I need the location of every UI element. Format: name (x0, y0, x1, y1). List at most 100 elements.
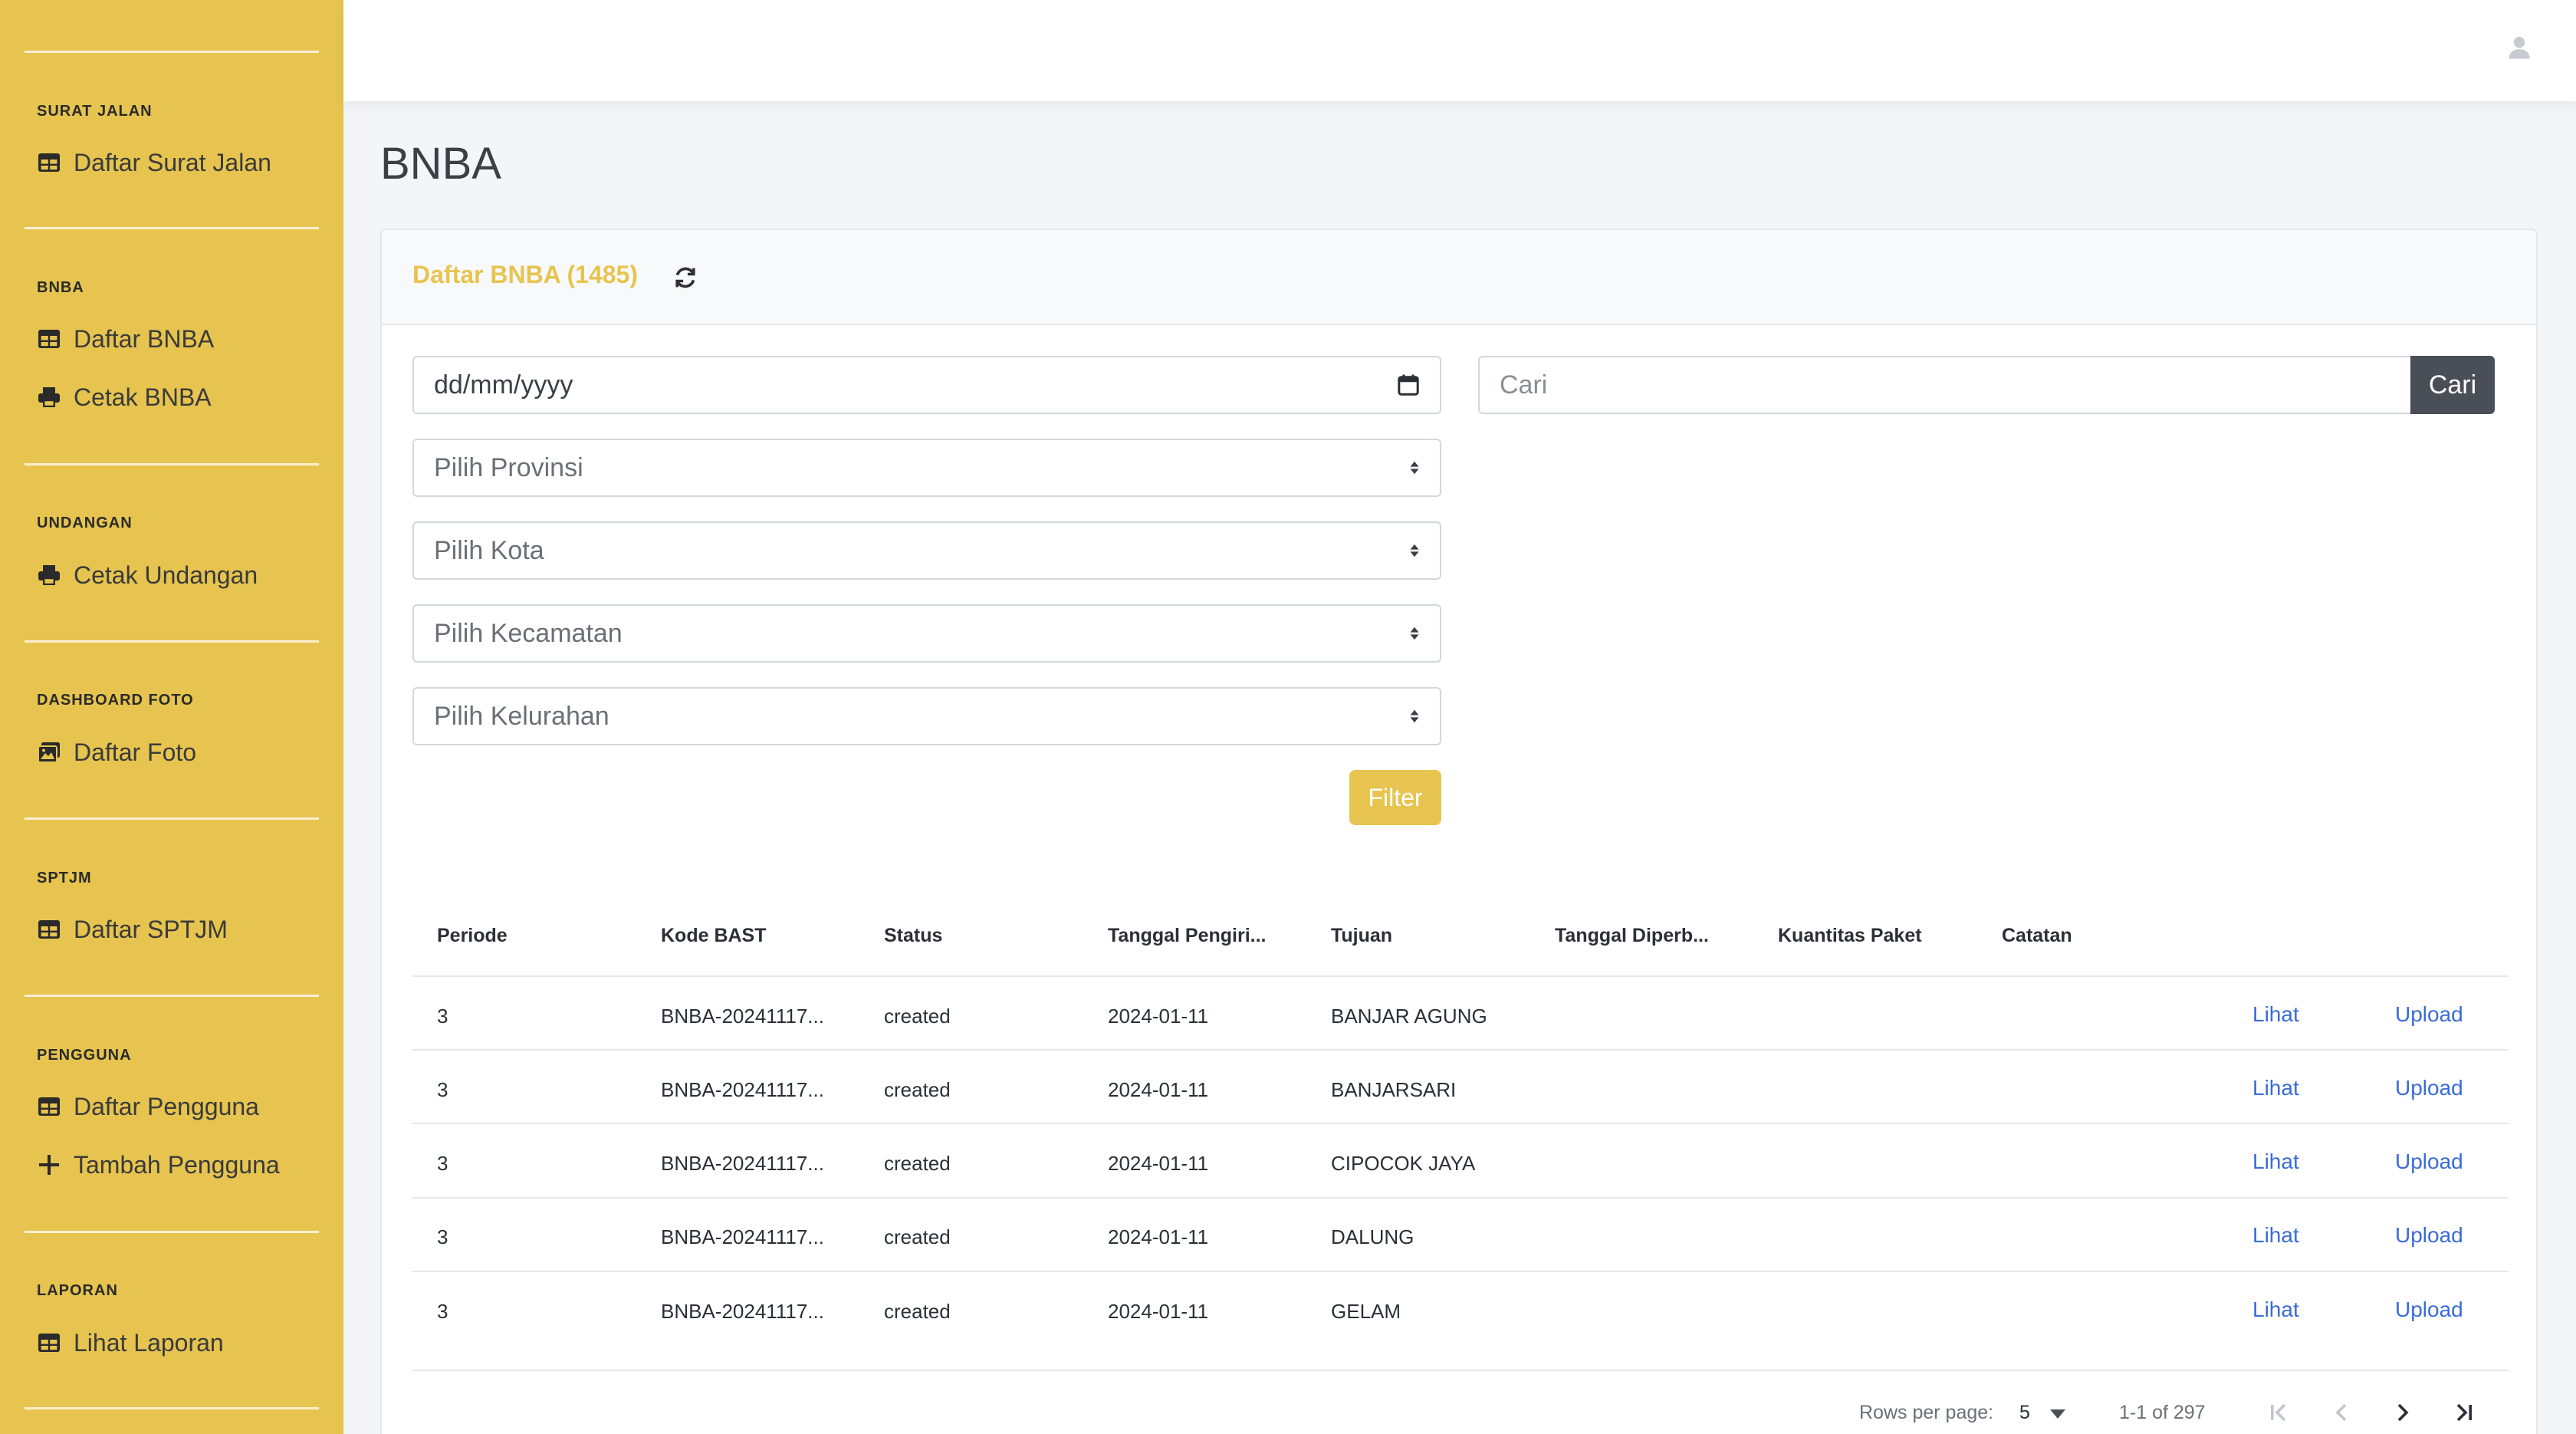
sidebar-divider (25, 51, 319, 53)
sidebar-item-daftar-foto[interactable]: Daftar Foto (37, 735, 196, 769)
images-icon (37, 740, 61, 765)
sidebar-heading-bnba: BNBA (37, 279, 84, 296)
kelurahan-select-value: Pilih Kelurahan (434, 701, 610, 731)
kelurahan-select[interactable]: Pilih Kelurahan (412, 687, 1441, 745)
column-header-tujuan[interactable]: Tujuan (1331, 925, 1392, 947)
column-header-periode[interactable]: Periode (437, 925, 508, 947)
print-icon (37, 563, 61, 587)
kota-select[interactable]: Pilih Kota (412, 521, 1441, 580)
cell-status: created (884, 1078, 951, 1101)
cell-tujuan: CIPOCOK JAYA (1331, 1152, 1476, 1175)
sidebar-item-lihat-laporan[interactable]: Lihat Laporan (37, 1326, 224, 1360)
sidebar-item-daftar-surat-jalan[interactable]: Daftar Surat Jalan (37, 146, 271, 179)
view-link[interactable]: Lihat (2252, 1223, 2299, 1248)
cell-tanggal: 2024-01-11 (1108, 1225, 1209, 1248)
upload-link[interactable]: Upload (2395, 1002, 2463, 1027)
sidebar-divider (25, 995, 319, 997)
search-input[interactable]: Cari (1478, 356, 2412, 414)
table-footer-divider (412, 1370, 2509, 1371)
sidebar-divider (25, 227, 319, 229)
upload-link[interactable]: Upload (2395, 1298, 2463, 1322)
dropdown-caret-icon (2049, 1402, 2065, 1424)
table-icon (37, 1330, 61, 1355)
cell-status: created (884, 1005, 951, 1028)
cell-periode: 3 (437, 1225, 449, 1248)
cell-kode-bast: BNBA-20241117... (661, 1005, 824, 1028)
sidebar-item-label: Lihat Laporan (74, 1328, 224, 1357)
plus-icon (37, 1153, 61, 1177)
table-icon (37, 327, 61, 351)
upload-link[interactable]: Upload (2395, 1223, 2463, 1248)
column-header-status[interactable]: Status (884, 925, 942, 947)
rows-per-page-select[interactable]: 5 (2019, 1402, 2065, 1424)
row-divider (412, 1271, 2509, 1272)
page-title: BNBA (380, 139, 501, 189)
view-link[interactable]: Lihat (2252, 1150, 2299, 1174)
filter-button[interactable]: Filter (1349, 770, 1441, 825)
cell-periode: 3 (437, 1152, 449, 1175)
sidebar-heading-surat-jalan: SURAT JALAN (37, 103, 153, 120)
sidebar-heading-sptjm: SPTJM (37, 870, 92, 886)
cell-kode-bast: BNBA-20241117... (661, 1078, 824, 1101)
column-header-tanggal-pengiriman[interactable]: Tanggal Pengiri... (1108, 925, 1267, 947)
rows-per-page-value: 5 (2019, 1402, 2030, 1423)
first-page-icon[interactable] (2263, 1397, 2294, 1428)
cell-tujuan: BANJAR AGUNG (1331, 1005, 1487, 1028)
next-page-icon[interactable] (2387, 1397, 2418, 1428)
cell-periode: 3 (437, 1078, 449, 1101)
sidebar-item-cetak-bnba[interactable]: Cetak BNBA (37, 380, 212, 414)
last-page-icon[interactable] (2449, 1397, 2479, 1428)
sidebar-divider (25, 463, 319, 465)
column-header-tanggal-diperbarui[interactable]: Tanggal Diperb... (1555, 925, 1709, 947)
sidebar-item-tambah-pengguna[interactable]: Tambah Pengguna (37, 1148, 280, 1182)
column-header-kuantitas-paket[interactable]: Kuantitas Paket (1778, 925, 1922, 947)
cell-tanggal: 2024-01-11 (1108, 1005, 1209, 1028)
print-icon (37, 385, 61, 409)
upload-link[interactable]: Upload (2395, 1150, 2463, 1174)
sidebar-item-daftar-sptjm[interactable]: Daftar SPTJM (37, 913, 228, 946)
sidebar-item-label: Daftar Foto (74, 738, 197, 766)
cell-kode-bast: BNBA-20241117... (661, 1152, 824, 1175)
cell-kode-bast: BNBA-20241117... (661, 1300, 824, 1323)
cell-periode: 3 (437, 1300, 449, 1323)
sidebar-item-daftar-bnba[interactable]: Daftar BNBA (37, 322, 214, 356)
select-arrows-icon (1409, 459, 1420, 476)
search-placeholder: Cari (1500, 370, 1548, 400)
column-header-kode-bast[interactable]: Kode BAST (661, 925, 767, 947)
topbar (343, 0, 2576, 101)
view-link[interactable]: Lihat (2252, 1298, 2299, 1322)
sidebar-heading-pengguna: PENGGUNA (37, 1047, 132, 1064)
calendar-icon[interactable] (1397, 373, 1420, 396)
sidebar-divider (25, 1407, 319, 1409)
card-title: Daftar BNBA (1485) (412, 261, 638, 288)
pagination-range: 1-1 of 297 (2119, 1402, 2206, 1423)
sidebar-item-label: Daftar Surat Jalan (74, 148, 271, 176)
table-icon (37, 917, 61, 942)
previous-page-icon[interactable] (2326, 1397, 2357, 1428)
provinsi-select[interactable]: Pilih Provinsi (412, 439, 1441, 497)
cell-kode-bast: BNBA-20241117... (661, 1225, 824, 1248)
view-link[interactable]: Lihat (2252, 1002, 2299, 1027)
date-input[interactable]: dd/mm/yyyy (412, 356, 1441, 414)
column-header-catatan[interactable]: Catatan (2002, 925, 2072, 947)
kecamatan-select[interactable]: Pilih Kecamatan (412, 604, 1441, 663)
sidebar-item-label: Tambah Pengguna (74, 1150, 280, 1179)
sidebar-item-daftar-pengguna[interactable]: Daftar Pengguna (37, 1090, 259, 1123)
table-divider (412, 975, 2509, 977)
select-arrows-icon (1409, 542, 1420, 559)
cell-tanggal: 2024-01-11 (1108, 1300, 1209, 1323)
sidebar-item-label: Cetak BNBA (74, 383, 212, 411)
search-button[interactable]: Cari (2410, 356, 2495, 414)
cell-status: created (884, 1225, 951, 1248)
row-divider (412, 1049, 2509, 1051)
upload-link[interactable]: Upload (2395, 1076, 2463, 1100)
user-icon[interactable] (2505, 34, 2533, 61)
refresh-icon[interactable] (672, 264, 699, 291)
row-divider (412, 1123, 2509, 1124)
sidebar-item-cetak-undangan[interactable]: Cetak Undangan (37, 558, 258, 592)
sidebar-heading-undangan: UNDANGAN (37, 515, 133, 531)
sidebar: SURAT JALAN Daftar Surat Jalan BNBA Daft… (0, 0, 343, 1434)
view-link[interactable]: Lihat (2252, 1076, 2299, 1100)
sidebar-divider (25, 640, 319, 643)
select-arrows-icon (1409, 708, 1420, 725)
